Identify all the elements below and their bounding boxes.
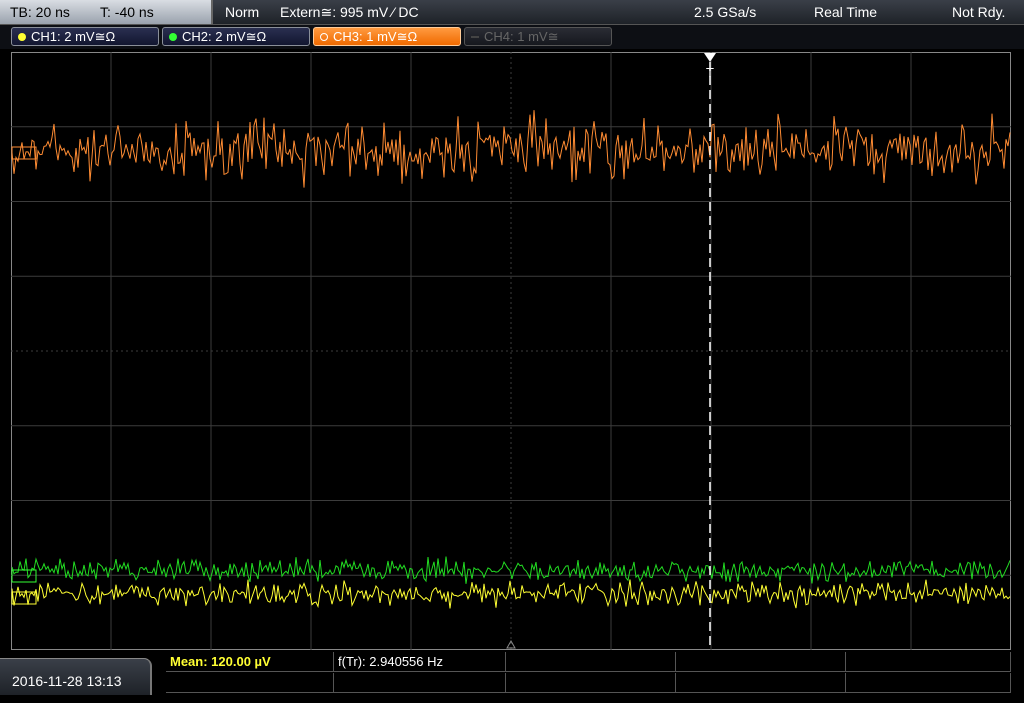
measurement-slot-4[interactable] [676,652,846,672]
trigger-marker-label: T [706,65,714,80]
measurement-bar: 2016-11-28 13:13 Mean: 120.00 µV f(Tr): … [0,652,1024,695]
waveform-canvas: T [11,52,1011,650]
measurement-slot-8[interactable] [506,673,676,693]
measurement-slot-10[interactable] [846,673,1011,693]
measurement-slot-6[interactable] [166,673,334,693]
measurement-slot-7[interactable] [334,673,506,693]
frequency-measurement[interactable]: f(Tr): 2.940556 Hz [334,652,506,672]
channel-2-waveform [11,556,1011,584]
measurement-slot-5[interactable] [846,652,1011,672]
trigger-arrow-icon[interactable] [704,53,716,62]
measurement-slot-9[interactable] [676,673,846,693]
datetime-display: 2016-11-28 13:13 [0,658,152,695]
measurement-slot-3[interactable] [506,652,676,672]
mean-measurement[interactable]: Mean: 120.00 µV [166,652,334,672]
